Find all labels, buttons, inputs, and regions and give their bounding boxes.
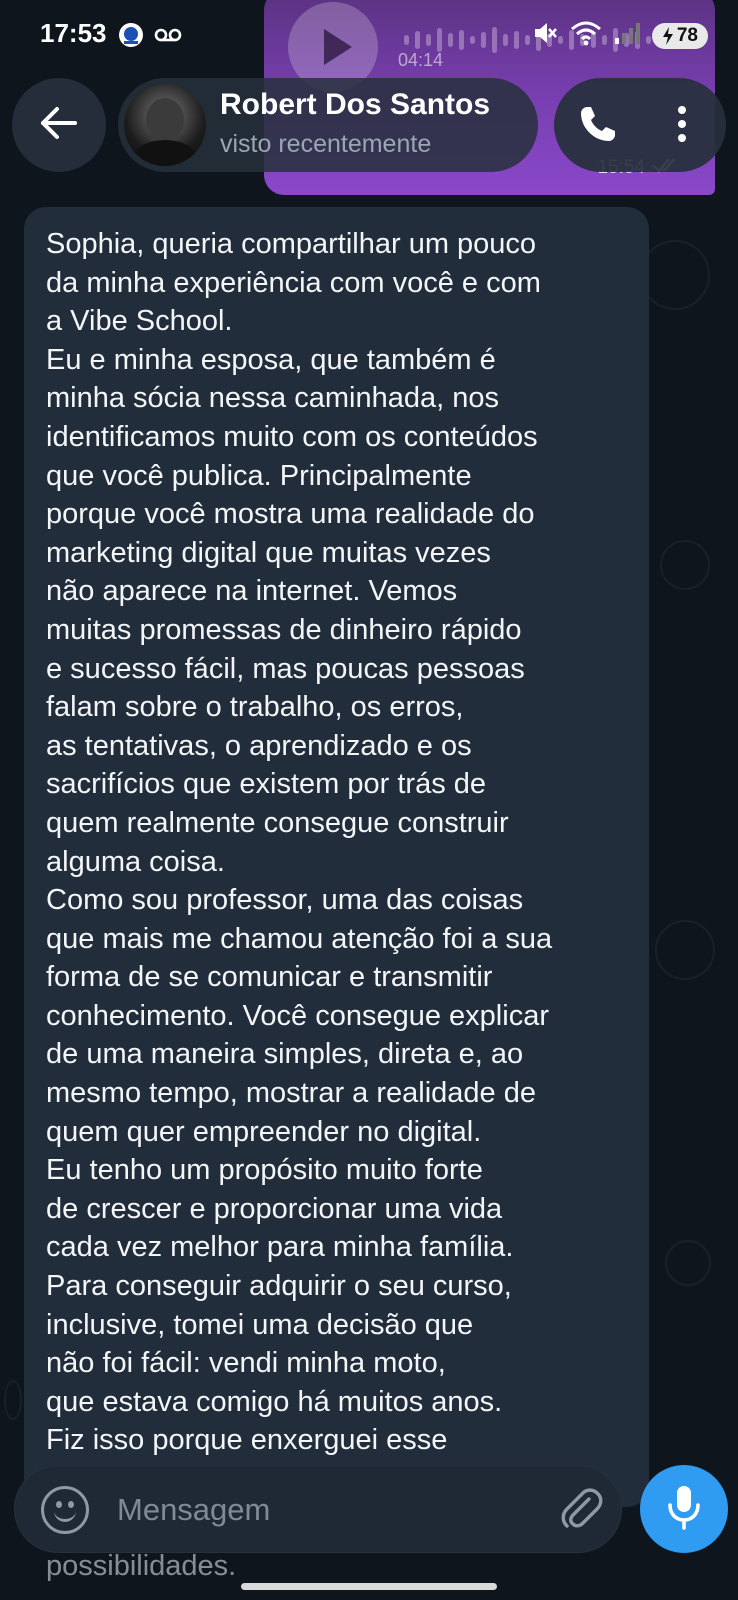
- status-bar: 17:53 78: [0, 0, 738, 70]
- signal-icon: [614, 21, 640, 50]
- wallpaper-doodle: [665, 1240, 711, 1286]
- wallpaper-doodle: [660, 540, 710, 590]
- voice-record-button[interactable]: [640, 1465, 728, 1553]
- avatar[interactable]: [124, 84, 206, 166]
- battery-icon: 78: [651, 22, 708, 49]
- call-button[interactable]: [572, 100, 624, 152]
- voicemail-icon: [154, 27, 182, 48]
- more-options-button[interactable]: [660, 100, 704, 152]
- battery-level: 78: [676, 24, 698, 46]
- status-time: 17:53: [40, 18, 107, 48]
- contact-status: visto recentemente: [220, 130, 432, 158]
- header-actions: [554, 78, 726, 172]
- message-text: Sophia, queria compartilhar um pouco da …: [46, 228, 553, 1457]
- wifi-icon: [570, 20, 602, 51]
- mute-icon: [532, 20, 558, 51]
- arrow-left-icon: [39, 106, 79, 145]
- back-button[interactable]: [12, 78, 106, 172]
- status-icons-right: 78: [532, 20, 708, 51]
- chat-screen: 17:53 78 04:14 Robert Dos Santos visto r…: [0, 0, 738, 1600]
- message-input[interactable]: [117, 1484, 517, 1536]
- wallpaper-doodle: [640, 240, 710, 310]
- attach-button[interactable]: [555, 1484, 607, 1536]
- incoming-message[interactable]: Sophia, queria compartilhar um pouco da …: [24, 207, 649, 1507]
- wallpaper-doodle: [655, 920, 715, 980]
- paperclip-icon: [559, 1485, 603, 1536]
- status-icons-left: [118, 22, 182, 53]
- phone-icon: [578, 104, 618, 149]
- more-vertical-icon: [677, 105, 687, 148]
- home-indicator[interactable]: [241, 1583, 497, 1590]
- wallpaper-doodle: [4, 1380, 22, 1420]
- microphone-icon: [666, 1484, 702, 1535]
- app-badge-icon: [118, 22, 144, 53]
- contact-header[interactable]: Robert Dos Santos visto recentemente: [118, 78, 538, 172]
- emoji-icon[interactable]: [41, 1486, 89, 1534]
- contact-name: Robert Dos Santos: [220, 88, 491, 121]
- message-composer: [14, 1465, 622, 1553]
